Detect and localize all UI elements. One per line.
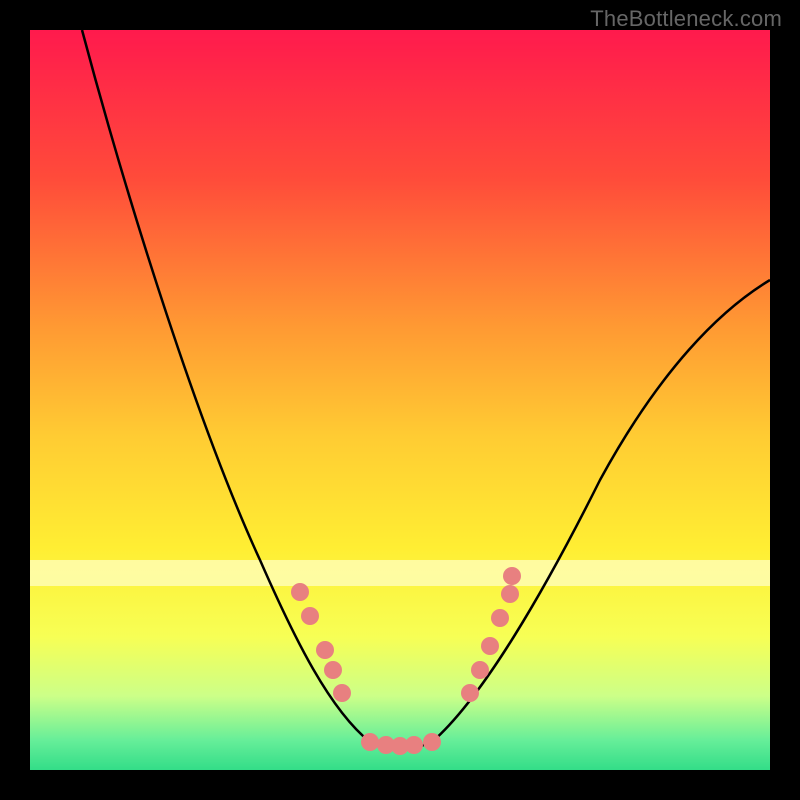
marker-dot — [461, 684, 479, 702]
marker-dot — [491, 609, 509, 627]
marker-dot — [501, 585, 519, 603]
marker-dot — [361, 733, 379, 751]
marker-dot — [503, 567, 521, 585]
marker-dot — [471, 661, 489, 679]
marker-dot — [301, 607, 319, 625]
plot-gradient — [30, 30, 770, 770]
marker-dot — [324, 661, 342, 679]
marker-dot — [291, 583, 309, 601]
marker-dot — [481, 637, 499, 655]
highlight-band — [30, 560, 770, 586]
marker-dot — [316, 641, 334, 659]
marker-dot — [405, 736, 423, 754]
chart-stage: TheBottleneck.com — [0, 0, 800, 800]
marker-dot — [423, 733, 441, 751]
watermark-text: TheBottleneck.com — [590, 6, 782, 32]
marker-dot — [333, 684, 351, 702]
chart-svg — [0, 0, 800, 800]
